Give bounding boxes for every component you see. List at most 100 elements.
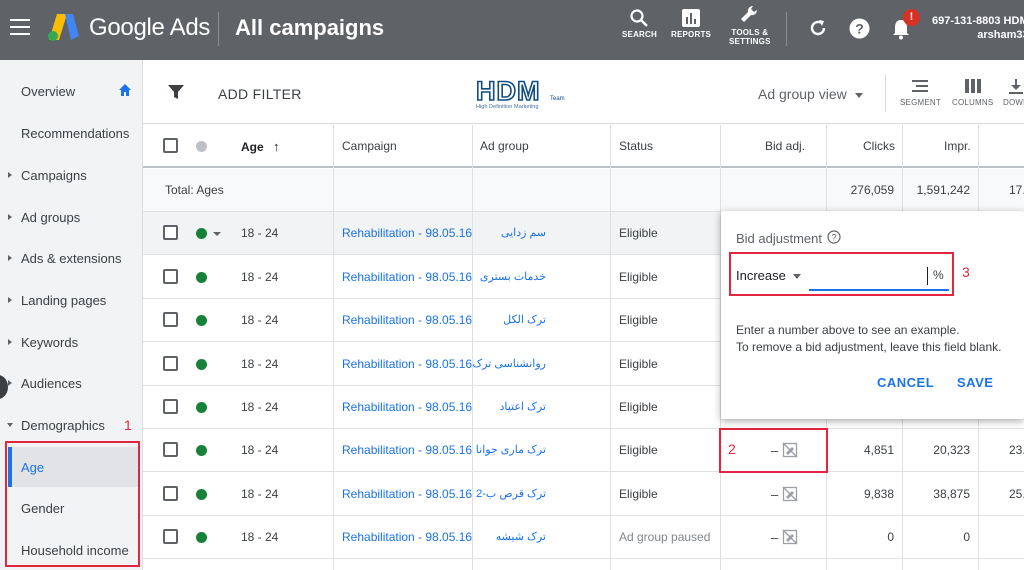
row-checkbox[interactable] <box>163 485 178 501</box>
sidebar-item-label: Demographics <box>21 418 105 433</box>
ad-group-link[interactable]: خدمات بستری <box>480 256 546 299</box>
sidebar-item-label: Overview <box>21 84 76 99</box>
ad-group-link[interactable]: ترک اعتیاد <box>480 386 546 429</box>
select-all-checkbox[interactable] <box>163 138 178 153</box>
reports-label: REPORTS <box>671 30 712 39</box>
ad-group-link[interactable]: ترک قرص ب-2 <box>476 473 546 516</box>
column-header-ad-group[interactable]: Ad group <box>480 125 529 168</box>
home-icon <box>119 84 131 96</box>
campaign-link[interactable]: Rehabilitation - 98.05.16 <box>342 473 472 516</box>
row-checkbox[interactable] <box>163 355 178 371</box>
notification-badge[interactable]: ! <box>903 9 920 26</box>
chevron-down-icon[interactable] <box>213 232 221 237</box>
column-header-bid-adj[interactable]: Bid adj. <box>765 125 805 168</box>
status-dot <box>196 315 207 327</box>
search-button[interactable]: SEARCH <box>622 8 657 39</box>
google-ads-logo <box>48 14 79 41</box>
column-header-age[interactable]: Age ↑ <box>241 125 280 168</box>
age-cell: 18 - 24 <box>241 313 279 328</box>
ad-group-link[interactable]: سم زدایی <box>480 212 546 255</box>
cancel-button[interactable]: CANCEL <box>877 375 934 390</box>
column-header-status[interactable]: Status <box>619 125 653 168</box>
total-impr: 1,591,242 <box>916 183 970 197</box>
table-row[interactable]: 18 - 24 Rehabilitation - 98.05.16 ترک شیشه… <box>143 516 1024 560</box>
caret-right-icon <box>8 339 12 345</box>
ad-group-link[interactable]: ترک ماری جوانا <box>476 429 546 472</box>
status-dot <box>196 532 207 544</box>
row-checkbox[interactable] <box>163 225 178 241</box>
segment-button[interactable]: SEGMENT <box>900 78 941 107</box>
caret-right-icon <box>8 214 12 220</box>
campaign-link[interactable]: Rehabilitation - 98.05.16 <box>342 299 472 342</box>
status-cell: Eligible <box>619 443 658 458</box>
row-checkbox[interactable] <box>163 399 178 414</box>
filter-icon[interactable] <box>167 84 185 100</box>
bid-adj-value: – <box>771 486 779 502</box>
annotation-1: 1 <box>124 417 132 433</box>
hdm-logo-subtitle: High Definition Marketing <box>476 104 539 110</box>
tools-label-line2: SETTINGS <box>729 37 771 46</box>
clicks-cell: 4,851 <box>863 443 894 458</box>
age-cell: 18 - 24 <box>241 269 279 284</box>
tools-label-line1: TOOLS & <box>731 28 769 37</box>
row-checkbox[interactable] <box>163 529 178 545</box>
sidebar-item-label: Ad groups <box>21 210 81 225</box>
view-select[interactable]: Ad group view <box>758 86 863 102</box>
columns-label: COLUMNS <box>952 98 994 107</box>
ad-group-link[interactable]: روانشناسی ترک <box>472 343 546 386</box>
hdm-logo-team: Team <box>550 96 565 102</box>
view-select-label: Ad group view <box>758 86 847 102</box>
save-button[interactable]: SAVE <box>957 375 993 390</box>
extra-metric-cell: 23. <box>1009 443 1024 458</box>
caret-right-icon <box>8 380 12 386</box>
row-checkbox[interactable] <box>163 312 178 328</box>
table-row[interactable]: 18 - 24 Rehabilitation - 98.05.16 ترک ماری… <box>143 429 1024 473</box>
segment-label: SEGMENT <box>900 98 941 107</box>
impr-cell: 38,875 <box>933 486 970 501</box>
column-divider <box>610 125 611 570</box>
edit-disabled-icon[interactable] <box>782 529 798 545</box>
column-header-campaign[interactable]: Campaign <box>342 125 397 168</box>
annotation-3: 3 <box>962 264 970 280</box>
campaign-link[interactable]: Rehabilitation - 98.05.16 <box>342 386 472 429</box>
campaign-link[interactable]: Rehabilitation - 98.05.16 <box>342 343 472 386</box>
help-icon[interactable]: ? <box>827 230 841 244</box>
column-header-clicks[interactable]: Clicks <box>863 125 895 168</box>
sort-asc-icon: ↑ <box>273 139 280 154</box>
ad-group-link[interactable]: ترک شیشه <box>480 516 546 559</box>
campaign-link[interactable]: Rehabilitation - 98.05.16 <box>342 516 472 559</box>
impr-cell: 20,323 <box>933 443 970 458</box>
campaign-link[interactable]: Rehabilitation - 98.05.16 <box>342 429 472 472</box>
table-row[interactable]: 18 - 24 Rehabilitation - 98.05.16 ترک قرص … <box>143 473 1024 516</box>
column-header-label: Age <box>241 140 264 154</box>
download-label: DOWN <box>1003 98 1024 107</box>
status-dot <box>196 358 207 370</box>
columns-button[interactable]: COLUMNS <box>952 78 993 107</box>
collapse-handle[interactable] <box>0 375 8 399</box>
row-checkbox[interactable] <box>163 268 178 284</box>
campaign-link[interactable]: Rehabilitation - 98.05.16 <box>342 212 472 255</box>
total-clicks: 276,059 <box>850 183 894 197</box>
topbar-divider <box>786 12 787 46</box>
topbar-divider <box>218 12 219 46</box>
brand-name: Google Ads <box>89 14 211 41</box>
edit-disabled-icon[interactable] <box>782 486 798 502</box>
status-cell: Eligible <box>619 356 658 371</box>
account-info[interactable]: 697-131-8803 HDM arsham33 <box>932 14 1024 42</box>
tools-settings-button[interactable]: TOOLS & SETTINGS <box>729 4 771 46</box>
refresh-icon[interactable] <box>808 18 828 38</box>
impr-cell: 0 <box>963 530 970 545</box>
campaign-link[interactable]: Rehabilitation - 98.05.16 <box>342 256 472 299</box>
column-header-impr[interactable]: Impr. <box>944 125 971 168</box>
add-filter-button[interactable]: ADD FILTER <box>218 86 302 102</box>
reports-button[interactable]: REPORTS <box>671 8 711 39</box>
help-icon[interactable]: ? <box>849 18 870 39</box>
ad-group-link[interactable]: ترک الکل <box>480 299 546 342</box>
highlight-box <box>5 441 140 567</box>
age-cell: 18 - 24 <box>241 400 279 414</box>
status-dot-header <box>196 141 207 152</box>
sidebar-item-label: Audiences <box>21 376 82 391</box>
row-checkbox[interactable] <box>163 442 178 458</box>
menu-icon[interactable] <box>10 19 30 35</box>
download-button[interactable]: DOWN <box>1003 78 1024 107</box>
